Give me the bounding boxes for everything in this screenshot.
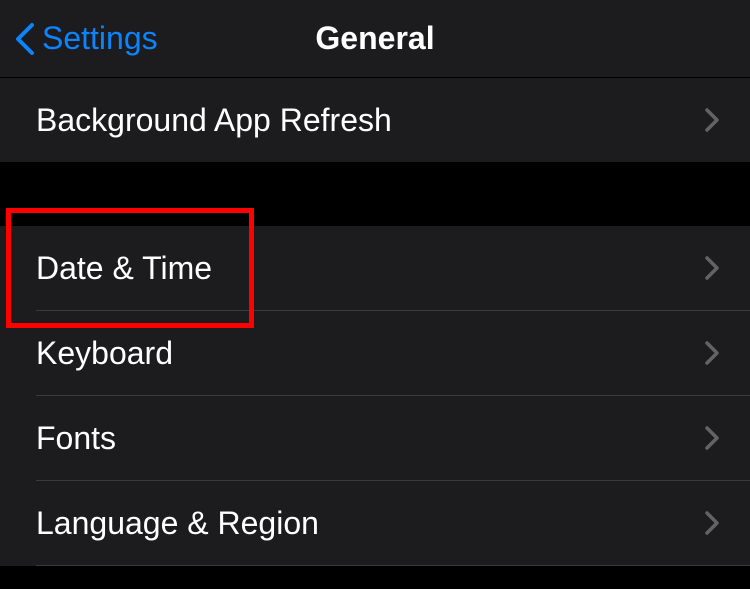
chevron-left-icon <box>12 21 36 57</box>
chevron-right-icon <box>704 510 720 536</box>
group-gap <box>0 162 750 226</box>
row-date-time[interactable]: Date & Time <box>0 226 750 310</box>
row-label: Fonts <box>36 420 116 457</box>
row-label: Date & Time <box>36 250 212 287</box>
row-background-app-refresh[interactable]: Background App Refresh <box>0 78 750 162</box>
back-button[interactable]: Settings <box>0 20 158 57</box>
row-keyboard[interactable]: Keyboard <box>0 311 750 395</box>
chevron-right-icon <box>704 107 720 133</box>
chevron-right-icon <box>704 255 720 281</box>
back-label: Settings <box>42 20 158 57</box>
settings-group: Date & Time Keyboard Fonts <box>0 226 750 566</box>
chevron-right-icon <box>704 425 720 451</box>
nav-bar: Settings General <box>0 0 750 78</box>
chevron-right-icon <box>704 340 720 366</box>
settings-group: Background App Refresh <box>0 78 750 162</box>
separator <box>36 565 750 566</box>
row-label: Background App Refresh <box>36 102 392 139</box>
row-fonts[interactable]: Fonts <box>0 396 750 480</box>
row-label: Keyboard <box>36 335 173 372</box>
row-language-region[interactable]: Language & Region <box>0 481 750 565</box>
row-label: Language & Region <box>36 505 319 542</box>
settings-content: Background App Refresh Date & Time Keybo… <box>0 78 750 566</box>
